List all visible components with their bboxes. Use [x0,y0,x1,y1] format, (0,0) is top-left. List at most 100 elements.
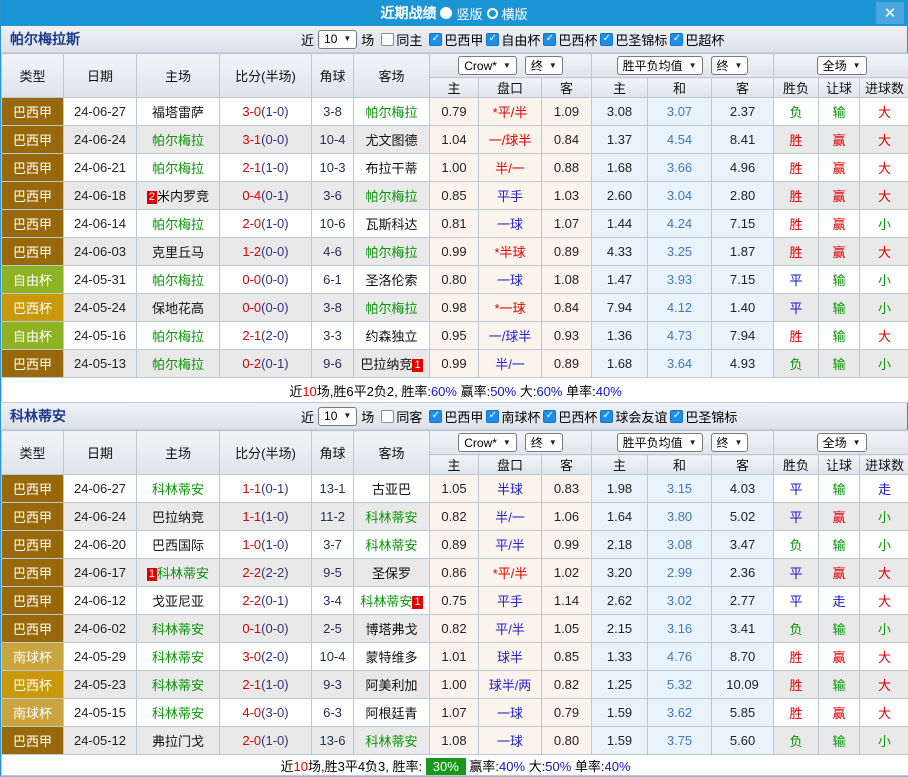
corner-cell: 3-6 [312,182,354,210]
checkbox-unchecked-icon [381,33,394,46]
avg-odds-select[interactable]: 胜平负均值▼ [617,56,703,75]
league-checkbox[interactable]: ✓南球杯 [486,407,540,426]
league-checkbox[interactable]: ✓巴西甲 [429,407,483,426]
match-date-cell: 24-06-12 [64,587,137,615]
away-team-cell: 科林蒂安 [354,727,430,755]
result-cell: 胜 [774,322,819,350]
radio-vertical-layout[interactable]: 竖版 [440,4,482,23]
league-checkbox[interactable]: ✓巴西甲 [429,30,483,49]
col-result: 胜负 [774,78,819,98]
euro-odds-header: 胜平负均值▼ 终▼ [592,431,774,455]
result-cell: 胜 [774,643,819,671]
table-row: 巴西甲24-06-21帕尔梅拉2-1(1-0)10-3布拉干蒂1.00半/一0.… [2,154,908,182]
match-type-cell: 巴西甲 [2,727,64,755]
chevron-down-icon: ▼ [343,35,351,43]
odds-source-select[interactable]: Crow*▼ [458,433,517,452]
checkbox-checked-icon: ✓ [600,410,613,423]
home-team-cell: 帕尔梅拉 [137,322,220,350]
close-button[interactable]: ✕ [876,2,904,24]
handicap-result-cell: 输 [819,350,860,378]
league-checkbox[interactable]: ✓巴超杯 [670,30,724,49]
halftime-score: (1-0) [261,733,288,748]
away-team-cell: 圣保罗 [354,559,430,587]
halftime-score: (2-0) [261,649,288,664]
halftime-score: (0-1) [261,356,288,371]
euro-draw-odds: 3.62 [648,699,712,727]
away-team-cell: 帕尔梅拉 [354,98,430,126]
scope-select[interactable]: 全场▼ [817,56,867,75]
league-checkbox[interactable]: ✓巴圣锦标 [670,407,737,426]
euro-away-odds: 2.77 [712,587,774,615]
handicap-result-cell: 输 [819,475,860,503]
asia-away-odds: 0.83 [542,475,592,503]
away-team-cell: 科林蒂安1 [354,587,430,615]
league-label: 球会友谊 [615,407,667,426]
euro-away-odds: 5.60 [712,727,774,755]
league-checkbox[interactable]: ✓巴圣锦标 [600,30,667,49]
team-name-text: 巴拉纳竞 [152,510,204,525]
league-checkbox[interactable]: ✓自由杯 [486,30,540,49]
euro-away-odds: 5.85 [712,699,774,727]
odds-source-select[interactable]: Crow*▼ [458,56,517,75]
col-corner: 角球 [312,54,354,98]
table-row: 巴西甲24-06-171科林蒂安2-2(2-2)9-5圣保罗0.86*平/半1.… [2,559,908,587]
match-type-cell: 巴西甲 [2,238,64,266]
euro-home-odds: 1.33 [592,643,648,671]
home-team-cell: 1科林蒂安 [137,559,220,587]
asia-away-odds: 0.80 [542,727,592,755]
asia-handicap: 半/一 [479,350,542,378]
fulltime-score: 0-0 [242,272,261,287]
team-name-text: 科林蒂安 [365,538,417,553]
away-team-cell: 博塔弗戈 [354,615,430,643]
match-date-cell: 24-06-17 [64,559,137,587]
table-row: 巴西甲24-06-27科林蒂安1-1(0-1)13-1古亚巴1.05半球0.83… [2,475,908,503]
league-checkbox[interactable]: ✓球会友谊 [600,407,667,426]
table-row: 巴西甲24-06-20巴西国际1-0(1-0)3-7科林蒂安0.89平/半0.9… [2,531,908,559]
league-label: 自由杯 [501,30,540,49]
corner-cell: 3-8 [312,294,354,322]
match-type-cell: 巴西甲 [2,559,64,587]
away-team-cell: 约森独立 [354,322,430,350]
radio-horizontal-layout[interactable]: 横版 [487,4,528,23]
final-select[interactable]: 终▼ [711,56,749,75]
league-checkbox[interactable]: ✓巴西杯 [543,30,597,49]
scope-select[interactable]: 全场▼ [817,433,867,452]
checkbox-checked-icon: ✓ [543,410,556,423]
team-name-text: 帕尔梅拉 [152,217,204,232]
euro-draw-odds: 3.16 [648,615,712,643]
team-name-text: 瓦斯科达 [365,217,417,232]
avg-odds-select[interactable]: 胜平负均值▼ [617,433,703,452]
summary-segment: 10 [294,759,308,774]
halftime-score: (2-0) [261,328,288,343]
league-checkbox[interactable]: ✓巴西杯 [543,407,597,426]
handicap-result-cell: 赢 [819,154,860,182]
corner-cell: 9-5 [312,559,354,587]
same-venue-checkbox[interactable]: 同主 [381,30,422,49]
radio-selected-icon [440,7,452,19]
match-type-cell: 巴西甲 [2,531,64,559]
match-count-select[interactable]: 10 ▼ [318,30,357,49]
asia-away-odds: 1.14 [542,587,592,615]
asia-home-odds: 1.07 [430,699,479,727]
match-date-cell: 24-05-29 [64,643,137,671]
final-select[interactable]: 终▼ [711,433,749,452]
checkbox-checked-icon: ✓ [600,33,613,46]
final-select[interactable]: 终▼ [525,56,563,75]
goals-result-cell: 小 [860,727,908,755]
section-header: 帕尔梅拉斯 近 10 ▼ 场 同主 ✓巴西甲✓自由杯✓巴西杯✓巴圣锦标✓巴超杯 [1,26,907,53]
euro-away-odds: 5.02 [712,503,774,531]
col-home: 主场 [137,54,220,98]
same-venue-checkbox[interactable]: 同客 [381,407,422,426]
goals-result-cell: 大 [860,126,908,154]
halftime-score: (0-1) [261,593,288,608]
team-name-text: 戈亚尼亚 [152,594,204,609]
handicap-result-cell: 输 [819,671,860,699]
home-team-cell: 科林蒂安 [137,475,220,503]
corner-cell: 10-4 [312,126,354,154]
match-count-select[interactable]: 10 ▼ [318,407,357,426]
final-select[interactable]: 终▼ [525,433,563,452]
asia-home-odds: 1.05 [430,475,479,503]
result-cell: 负 [774,615,819,643]
league-filter-group: ✓巴西甲✓南球杯✓巴西杯✓球会友谊✓巴圣锦标 [426,406,737,426]
euro-away-odds: 3.47 [712,531,774,559]
